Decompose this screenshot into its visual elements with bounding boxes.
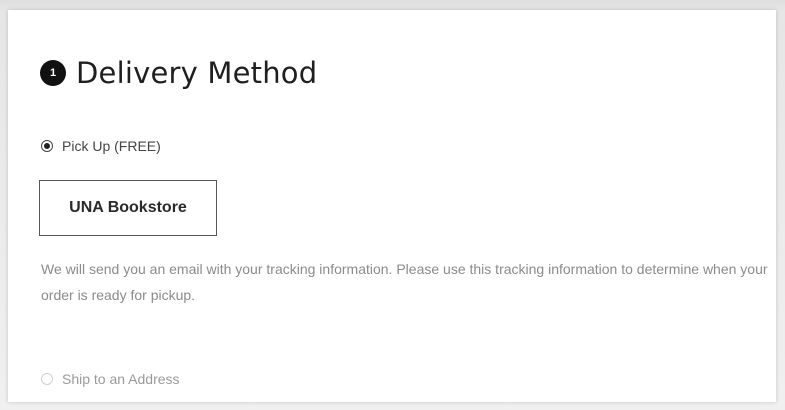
pickup-option-label: Pick Up (FREE) — [62, 138, 161, 154]
page-background: 1 Delivery Method Pick Up (FREE) UNA Boo… — [0, 0, 785, 410]
pickup-option[interactable]: Pick Up (FREE) — [41, 138, 161, 154]
ship-option-label: Ship to an Address — [62, 371, 180, 387]
pickup-info-text: We will send you an email with your trac… — [41, 261, 768, 303]
delivery-method-card: 1 Delivery Method Pick Up (FREE) UNA Boo… — [8, 10, 776, 402]
section-title: Delivery Method — [76, 56, 318, 90]
ship-radio[interactable] — [41, 373, 53, 385]
store-selection-box[interactable]: UNA Bookstore — [39, 180, 217, 236]
radio-selected-dot — [44, 143, 50, 149]
delivery-method-heading: 1 Delivery Method — [40, 56, 317, 90]
ship-option[interactable]: Ship to an Address — [41, 371, 180, 387]
step-number-badge: 1 — [40, 60, 66, 86]
pickup-radio[interactable] — [41, 140, 53, 152]
